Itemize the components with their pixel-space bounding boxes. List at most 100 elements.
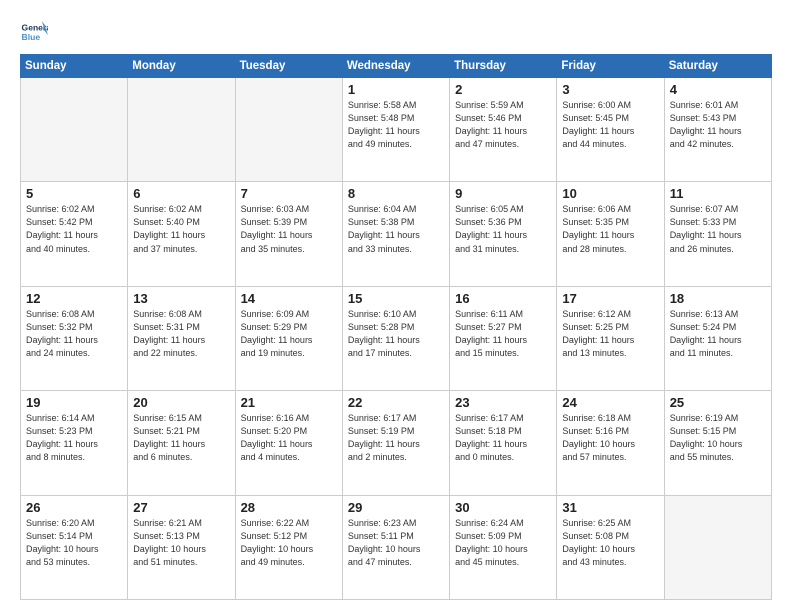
calendar-cell: 27Sunrise: 6:21 AM Sunset: 5:13 PM Dayli…: [128, 495, 235, 599]
weekday-tuesday: Tuesday: [235, 55, 342, 78]
calendar-page: General Blue SundayMondayTuesdayWednesda…: [0, 0, 792, 612]
calendar-cell: 3 Sunrise: 6:00 AM Sunset: 5:45 PM Daylig…: [557, 78, 664, 182]
day-number: 21: [241, 395, 337, 410]
day-info: Sunrise: 6:22 AM Sunset: 5:12 PM Dayligh…: [241, 517, 337, 569]
calendar-cell: 17Sunrise: 6:12 AM Sunset: 5:25 PM Dayli…: [557, 286, 664, 390]
calendar-cell: 13 Sunrise: 6:08 AM Sunset: 5:31 PM Dayli…: [128, 286, 235, 390]
day-info: Sunrise: 6:24 AM Sunset: 5:09 PM Dayligh…: [455, 517, 551, 569]
day-number: 16: [455, 291, 551, 306]
weekday-header-row: SundayMondayTuesdayWednesdayThursdayFrid…: [21, 55, 772, 78]
day-info: Sunrise: 6:00 AM Sunset: 5:45 PM Dayligh…: [562, 99, 658, 151]
calendar-cell: 10 Sunrise: 6:06 AM Sunset: 5:35 PM Dayli…: [557, 182, 664, 286]
week-row-3: 12Sunrise: 6:08 AM Sunset: 5:32 PM Dayli…: [21, 286, 772, 390]
calendar-cell: 16 Sunrise: 6:11 AM Sunset: 5:27 PM Dayli…: [450, 286, 557, 390]
calendar-cell: 7 Sunrise: 6:03 AM Sunset: 5:39 PM Daylig…: [235, 182, 342, 286]
day-info: Sunrise: 6:07 AM Sunset: 5:33 PM Dayligh…: [670, 203, 766, 255]
day-info: Sunrise: 6:17 AM Sunset: 5:19 PM Dayligh…: [348, 412, 444, 464]
day-info: Sunrise: 6:08 AM Sunset: 5:32 PM Dayligh…: [26, 308, 122, 360]
day-number: 26: [26, 500, 122, 515]
weekday-sunday: Sunday: [21, 55, 128, 78]
logo: General Blue: [20, 18, 50, 46]
weekday-saturday: Saturday: [664, 55, 771, 78]
day-number: 25: [670, 395, 766, 410]
calendar-cell: 14 Sunrise: 6:09 AM Sunset: 5:29 PM Dayli…: [235, 286, 342, 390]
page-header: General Blue: [20, 18, 772, 46]
calendar-cell: 6 Sunrise: 6:02 AM Sunset: 5:40 PM Daylig…: [128, 182, 235, 286]
day-number: 31: [562, 500, 658, 515]
day-number: 2: [455, 82, 551, 97]
day-info: Sunrise: 6:01 AM Sunset: 5:43 PM Dayligh…: [670, 99, 766, 151]
calendar-cell: 8 Sunrise: 6:04 AM Sunset: 5:38 PM Daylig…: [342, 182, 449, 286]
day-number: 5: [26, 186, 122, 201]
day-info: Sunrise: 6:14 AM Sunset: 5:23 PM Dayligh…: [26, 412, 122, 464]
day-number: 10: [562, 186, 658, 201]
day-number: 22: [348, 395, 444, 410]
day-info: Sunrise: 5:59 AM Sunset: 5:46 PM Dayligh…: [455, 99, 551, 151]
day-info: Sunrise: 6:03 AM Sunset: 5:39 PM Dayligh…: [241, 203, 337, 255]
calendar-cell: [664, 495, 771, 599]
calendar-cell: 19Sunrise: 6:14 AM Sunset: 5:23 PM Dayli…: [21, 391, 128, 495]
day-number: 11: [670, 186, 766, 201]
day-number: 23: [455, 395, 551, 410]
calendar-cell: 22 Sunrise: 6:17 AM Sunset: 5:19 PM Dayli…: [342, 391, 449, 495]
day-number: 9: [455, 186, 551, 201]
day-number: 29: [348, 500, 444, 515]
calendar-cell: 30 Sunrise: 6:24 AM Sunset: 5:09 PM Dayli…: [450, 495, 557, 599]
day-info: Sunrise: 6:16 AM Sunset: 5:20 PM Dayligh…: [241, 412, 337, 464]
day-info: Sunrise: 6:13 AM Sunset: 5:24 PM Dayligh…: [670, 308, 766, 360]
day-info: Sunrise: 6:02 AM Sunset: 5:40 PM Dayligh…: [133, 203, 229, 255]
day-info: Sunrise: 6:19 AM Sunset: 5:15 PM Dayligh…: [670, 412, 766, 464]
day-number: 6: [133, 186, 229, 201]
calendar-cell: 15 Sunrise: 6:10 AM Sunset: 5:28 PM Dayli…: [342, 286, 449, 390]
day-info: Sunrise: 6:12 AM Sunset: 5:25 PM Dayligh…: [562, 308, 658, 360]
day-number: 24: [562, 395, 658, 410]
calendar-cell: 5Sunrise: 6:02 AM Sunset: 5:42 PM Daylig…: [21, 182, 128, 286]
weekday-wednesday: Wednesday: [342, 55, 449, 78]
day-info: Sunrise: 6:21 AM Sunset: 5:13 PM Dayligh…: [133, 517, 229, 569]
calendar-cell: 1 Sunrise: 5:58 AM Sunset: 5:48 PM Daylig…: [342, 78, 449, 182]
calendar-cell: 29 Sunrise: 6:23 AM Sunset: 5:11 PM Dayli…: [342, 495, 449, 599]
calendar-cell: 2 Sunrise: 5:59 AM Sunset: 5:46 PM Daylig…: [450, 78, 557, 182]
calendar-cell: 21 Sunrise: 6:16 AM Sunset: 5:20 PM Dayli…: [235, 391, 342, 495]
calendar-cell: 18Sunrise: 6:13 AM Sunset: 5:24 PM Dayli…: [664, 286, 771, 390]
day-number: 3: [562, 82, 658, 97]
calendar-cell: 31Sunrise: 6:25 AM Sunset: 5:08 PM Dayli…: [557, 495, 664, 599]
day-info: Sunrise: 6:09 AM Sunset: 5:29 PM Dayligh…: [241, 308, 337, 360]
week-row-1: 1 Sunrise: 5:58 AM Sunset: 5:48 PM Daylig…: [21, 78, 772, 182]
day-number: 15: [348, 291, 444, 306]
calendar-cell: 12Sunrise: 6:08 AM Sunset: 5:32 PM Dayli…: [21, 286, 128, 390]
calendar-table: SundayMondayTuesdayWednesdayThursdayFrid…: [20, 54, 772, 600]
week-row-4: 19Sunrise: 6:14 AM Sunset: 5:23 PM Dayli…: [21, 391, 772, 495]
day-number: 8: [348, 186, 444, 201]
day-info: Sunrise: 5:58 AM Sunset: 5:48 PM Dayligh…: [348, 99, 444, 151]
day-number: 14: [241, 291, 337, 306]
day-number: 7: [241, 186, 337, 201]
calendar-cell: 25 Sunrise: 6:19 AM Sunset: 5:15 PM Dayli…: [664, 391, 771, 495]
calendar-cell: [21, 78, 128, 182]
day-number: 1: [348, 82, 444, 97]
day-info: Sunrise: 6:11 AM Sunset: 5:27 PM Dayligh…: [455, 308, 551, 360]
day-info: Sunrise: 6:15 AM Sunset: 5:21 PM Dayligh…: [133, 412, 229, 464]
day-info: Sunrise: 6:23 AM Sunset: 5:11 PM Dayligh…: [348, 517, 444, 569]
calendar-cell: [235, 78, 342, 182]
calendar-cell: 20 Sunrise: 6:15 AM Sunset: 5:21 PM Dayli…: [128, 391, 235, 495]
day-info: Sunrise: 6:17 AM Sunset: 5:18 PM Dayligh…: [455, 412, 551, 464]
day-number: 13: [133, 291, 229, 306]
week-row-2: 5Sunrise: 6:02 AM Sunset: 5:42 PM Daylig…: [21, 182, 772, 286]
calendar-cell: 24 Sunrise: 6:18 AM Sunset: 5:16 PM Dayli…: [557, 391, 664, 495]
weekday-thursday: Thursday: [450, 55, 557, 78]
day-info: Sunrise: 6:08 AM Sunset: 5:31 PM Dayligh…: [133, 308, 229, 360]
calendar-cell: 26 Sunrise: 6:20 AM Sunset: 5:14 PM Dayli…: [21, 495, 128, 599]
day-number: 4: [670, 82, 766, 97]
day-number: 28: [241, 500, 337, 515]
day-info: Sunrise: 6:06 AM Sunset: 5:35 PM Dayligh…: [562, 203, 658, 255]
day-info: Sunrise: 6:10 AM Sunset: 5:28 PM Dayligh…: [348, 308, 444, 360]
day-info: Sunrise: 6:04 AM Sunset: 5:38 PM Dayligh…: [348, 203, 444, 255]
day-number: 20: [133, 395, 229, 410]
day-info: Sunrise: 6:05 AM Sunset: 5:36 PM Dayligh…: [455, 203, 551, 255]
day-info: Sunrise: 6:18 AM Sunset: 5:16 PM Dayligh…: [562, 412, 658, 464]
calendar-cell: 11 Sunrise: 6:07 AM Sunset: 5:33 PM Dayli…: [664, 182, 771, 286]
day-number: 30: [455, 500, 551, 515]
day-info: Sunrise: 6:20 AM Sunset: 5:14 PM Dayligh…: [26, 517, 122, 569]
week-row-5: 26 Sunrise: 6:20 AM Sunset: 5:14 PM Dayli…: [21, 495, 772, 599]
